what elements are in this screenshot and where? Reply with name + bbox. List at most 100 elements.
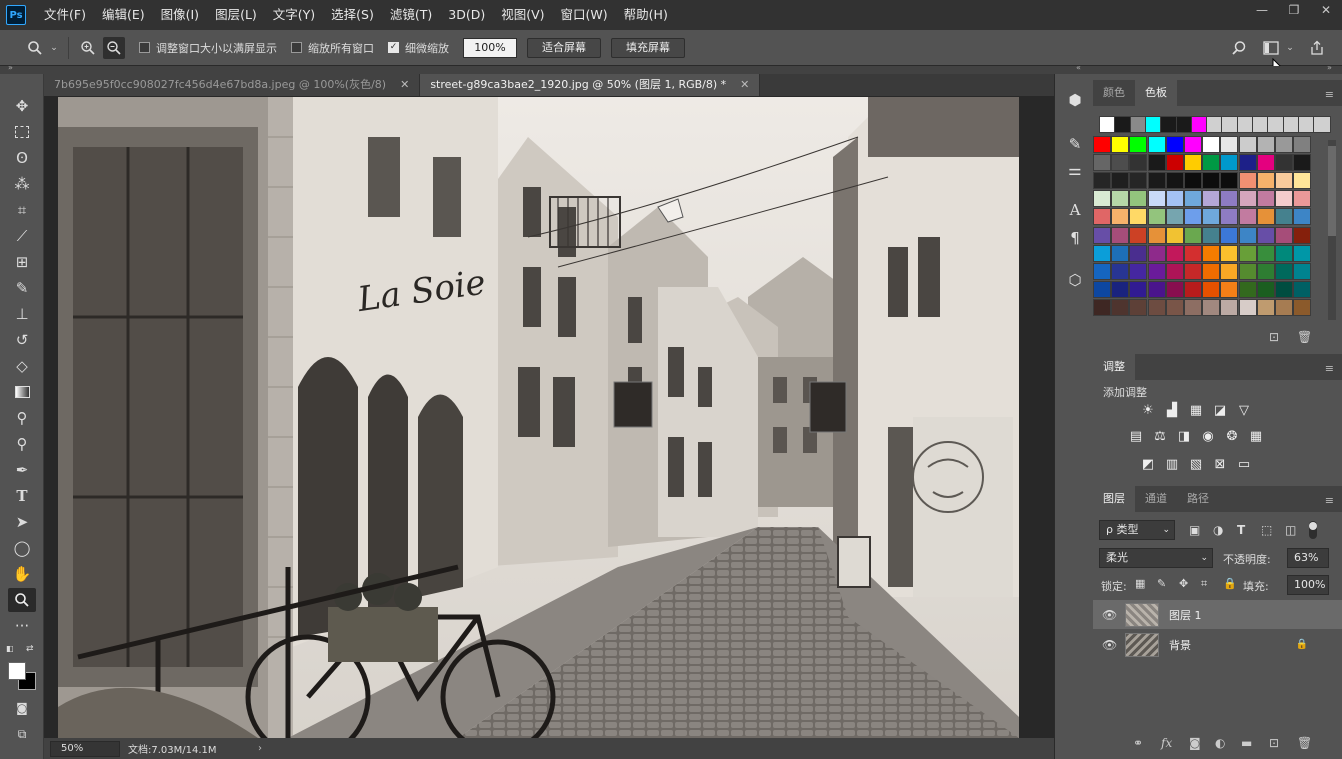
fill-screen-button[interactable]: 填充屏幕 bbox=[611, 37, 685, 58]
tab-layers[interactable]: 图层 bbox=[1093, 486, 1135, 512]
color-swatch[interactable] bbox=[1293, 262, 1312, 280]
color-swatch[interactable] bbox=[1147, 262, 1166, 280]
type-tool-icon[interactable]: T bbox=[8, 484, 36, 508]
canvas-area[interactable]: La Soie bbox=[44, 96, 1054, 738]
color-swatch[interactable] bbox=[1275, 262, 1293, 280]
color-swatch[interactable] bbox=[1275, 136, 1293, 153]
color-swatch[interactable] bbox=[1093, 190, 1111, 208]
color-swatch[interactable] bbox=[1111, 298, 1130, 316]
chevron-down-icon[interactable]: ⌄ bbox=[48, 43, 60, 53]
checkbox-box[interactable] bbox=[139, 42, 150, 53]
new-group-icon[interactable]: ▬ bbox=[1241, 736, 1252, 750]
threshold-icon[interactable]: ▧ bbox=[1187, 456, 1205, 472]
color-swatch[interactable] bbox=[1293, 154, 1312, 172]
selective-color-icon[interactable]: ⊠ bbox=[1211, 456, 1229, 472]
menu-3d[interactable]: 3D(D) bbox=[440, 0, 493, 30]
swatches-scrollbar[interactable] bbox=[1328, 140, 1336, 320]
color-swatch[interactable] bbox=[1256, 190, 1275, 208]
color-swatch[interactable] bbox=[1256, 244, 1275, 262]
lock-image-icon[interactable]: ✎ bbox=[1157, 577, 1166, 590]
invert-icon[interactable]: ◩ bbox=[1139, 456, 1157, 472]
color-swatch[interactable] bbox=[1275, 208, 1293, 226]
color-swatch[interactable] bbox=[1238, 244, 1257, 262]
color-swatch[interactable] bbox=[1220, 244, 1239, 262]
character-panel-icon[interactable]: A bbox=[1061, 198, 1089, 222]
color-swatch[interactable] bbox=[1165, 244, 1184, 262]
color-swatch[interactable] bbox=[1093, 172, 1111, 190]
close-icon[interactable]: ✕ bbox=[400, 74, 409, 96]
color-swatch[interactable] bbox=[1165, 262, 1184, 280]
color-swatch[interactable] bbox=[1147, 136, 1166, 153]
quick-mask-icon[interactable]: ◙ bbox=[8, 696, 36, 720]
marquee-tool-icon[interactable] bbox=[8, 120, 36, 144]
color-swatch[interactable] bbox=[1220, 136, 1239, 153]
color-swatch[interactable] bbox=[1256, 208, 1275, 226]
color-swatch[interactable] bbox=[1129, 244, 1148, 262]
color-swatch[interactable] bbox=[1238, 298, 1257, 316]
zoom-tool-icon[interactable] bbox=[8, 588, 36, 612]
color-swatch[interactable] bbox=[1293, 298, 1312, 316]
color-swatch[interactable] bbox=[1275, 298, 1293, 316]
default-colors-icon[interactable]: ◧ bbox=[6, 644, 16, 654]
color-swatch[interactable] bbox=[1165, 172, 1184, 190]
panel-menu-icon[interactable]: ≡ bbox=[1325, 362, 1334, 375]
color-swatch[interactable] bbox=[1129, 298, 1148, 316]
brush-settings-icon[interactable]: ✎ bbox=[1061, 132, 1089, 156]
zoom-percent-field[interactable]: 100% bbox=[463, 37, 517, 58]
menu-file[interactable]: 文件(F) bbox=[36, 0, 94, 30]
color-swatch[interactable] bbox=[1111, 244, 1130, 262]
posterize-icon[interactable]: ▥ bbox=[1163, 456, 1181, 472]
color-swatch[interactable] bbox=[1184, 172, 1202, 190]
color-swatch[interactable] bbox=[1275, 280, 1293, 298]
3d-panel-icon[interactable]: ⬢ bbox=[1061, 88, 1089, 112]
color-swatch[interactable] bbox=[1147, 190, 1166, 208]
color-swatch[interactable] bbox=[1111, 172, 1130, 190]
color-swatch[interactable] bbox=[1293, 136, 1312, 153]
color-swatch[interactable] bbox=[1147, 172, 1166, 190]
color-swatch[interactable] bbox=[1165, 226, 1184, 244]
color-swatch[interactable] bbox=[1093, 262, 1111, 280]
properties-icon[interactable]: ⚌ bbox=[1061, 158, 1089, 182]
levels-icon[interactable]: ▟ bbox=[1163, 402, 1181, 418]
color-swatch[interactable] bbox=[1293, 226, 1312, 244]
gradient-map-icon[interactable]: ▭ bbox=[1235, 456, 1253, 472]
color-swatch[interactable] bbox=[1220, 154, 1239, 172]
color-swatch[interactable] bbox=[1147, 154, 1166, 172]
menu-filter[interactable]: 滤镜(T) bbox=[382, 0, 440, 30]
color-swatch[interactable] bbox=[1220, 280, 1239, 298]
color-swatch[interactable] bbox=[1129, 190, 1148, 208]
vibrance-icon[interactable]: ▽ bbox=[1235, 402, 1253, 418]
chevron-right-icon[interactable]: › bbox=[258, 743, 262, 754]
color-swatch[interactable] bbox=[1184, 226, 1202, 244]
color-swatch[interactable] bbox=[1093, 280, 1111, 298]
panel-menu-icon[interactable]: ≡ bbox=[1325, 88, 1334, 101]
color-swatch[interactable] bbox=[1275, 154, 1293, 172]
color-swatch[interactable] bbox=[1111, 262, 1130, 280]
menu-type[interactable]: 文字(Y) bbox=[265, 0, 323, 30]
zoom-level-field[interactable]: 50% bbox=[50, 740, 120, 757]
layer-style-icon[interactable]: fx bbox=[1161, 736, 1172, 750]
color-swatch[interactable] bbox=[1147, 244, 1166, 262]
tab-paths[interactable]: 路径 bbox=[1177, 486, 1219, 512]
street-photo[interactable]: La Soie bbox=[58, 97, 1019, 738]
color-swatch[interactable] bbox=[1184, 190, 1202, 208]
menu-window[interactable]: 窗口(W) bbox=[553, 0, 616, 30]
panel-menu-icon[interactable]: ≡ bbox=[1325, 494, 1334, 507]
path-selection-tool-icon[interactable]: ➤ bbox=[8, 510, 36, 534]
restore-button[interactable]: ❐ bbox=[1278, 0, 1310, 20]
color-swatch[interactable] bbox=[1111, 280, 1130, 298]
color-swatch[interactable] bbox=[1293, 172, 1312, 190]
color-swatch[interactable] bbox=[1093, 226, 1111, 244]
color-swatch[interactable] bbox=[1093, 136, 1111, 153]
color-swatch[interactable] bbox=[1111, 226, 1130, 244]
color-swatch[interactable] bbox=[1093, 154, 1111, 172]
color-swatch[interactable] bbox=[1256, 280, 1275, 298]
color-swatch[interactable] bbox=[1202, 298, 1221, 316]
collapse-arrows-icon[interactable]: » bbox=[8, 63, 13, 72]
color-swatch[interactable] bbox=[1129, 262, 1148, 280]
color-swatch[interactable] bbox=[1111, 190, 1130, 208]
color-swatch[interactable] bbox=[1129, 136, 1148, 153]
lasso-tool-icon[interactable]: ʘ bbox=[8, 146, 36, 170]
lock-transparent-icon[interactable]: ▦ bbox=[1135, 577, 1145, 590]
gradient-tool-icon[interactable] bbox=[8, 380, 36, 404]
